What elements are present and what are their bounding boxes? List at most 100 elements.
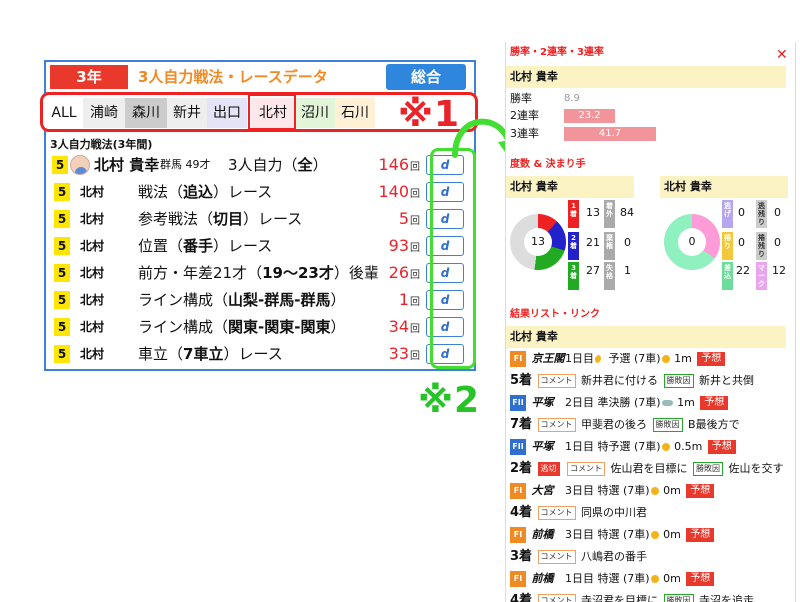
selected-tab-highlight (248, 94, 296, 130)
race-day: 3日目 (565, 528, 594, 541)
tag-value: 84 (620, 206, 634, 219)
frequency-header: 度数 & 決まり手 (510, 159, 586, 170)
comment-tag: コメント (537, 594, 576, 602)
win-factor-tag: 勝敗因 (652, 418, 683, 432)
race-type: 特予選 (7車) (597, 440, 661, 453)
wind-speed: 0.5m (674, 440, 703, 453)
technique-tag: 逃切 (537, 462, 560, 476)
bike-number-badge: 5 (54, 291, 70, 309)
bike-number-badge: 5 (52, 156, 68, 174)
tag-2nd: 2着 (568, 232, 579, 260)
bike-number-badge: 5 (54, 237, 70, 255)
prediction-button[interactable]: 予想 (700, 396, 729, 410)
bike-number-badge: 5 (54, 210, 70, 228)
year-tab[interactable]: 3年 (50, 65, 128, 89)
finish-position: 3着 (510, 549, 533, 564)
sun-icon (650, 531, 659, 539)
row-description: 戦法（追込）レース (138, 183, 273, 201)
tag-value: 0 (774, 236, 781, 249)
technique-donut-chart: 0 (664, 214, 720, 270)
total-button[interactable]: 総合 (386, 64, 466, 90)
tab-arai[interactable]: 新井 (167, 98, 207, 128)
comment-tag: コメント (537, 418, 576, 432)
win-factor-text: B最後方で (688, 418, 740, 431)
quinella-rate-bar: 23.2 (564, 109, 615, 123)
result-row: 3着 コメント 八嶋君の番手 (510, 546, 790, 568)
tag-value: 0 (738, 206, 745, 219)
race-day: 1日目 (565, 352, 594, 365)
wind-speed: 1m (674, 352, 692, 365)
card-rider-name: 北村 貴幸 (660, 176, 788, 198)
tag-withdrawn: 棄権 (604, 232, 615, 260)
race-link[interactable]: FI 前橋 1日目 特選 (7車) 0m 予想 (510, 568, 790, 590)
stat-row: 5 北村 位置（番手）レース 93回 d (50, 233, 470, 259)
result-row: 4着 コメント 寺沼君を目標に 勝敗因 寺沼を追走 (510, 590, 790, 602)
comment-tag: コメント (537, 506, 576, 520)
race-type: 準決勝 (7車) (597, 396, 661, 409)
sun-icon (650, 487, 659, 495)
finish-donut-chart: 13 (510, 214, 566, 270)
race-count: 5回 (398, 209, 420, 228)
grade-badge: FI (510, 571, 526, 587)
row-description: ライン構成（山梨-群馬-群馬） (138, 291, 346, 309)
tab-ishikawa[interactable]: 石川 (335, 98, 375, 128)
prediction-button[interactable]: 予想 (686, 572, 715, 586)
tab-morikawa[interactable]: 森川 (125, 98, 167, 128)
venue-name: 大宮 (531, 484, 554, 497)
donut-center-value: 13 (524, 228, 552, 256)
race-day: 3日目 (565, 484, 594, 497)
tag-unplaced: 着外 (604, 200, 615, 228)
comment-text: 新井君に付ける (581, 374, 659, 387)
race-day: 1日目 (565, 440, 594, 453)
venue-name: 京王閣 (531, 352, 565, 365)
avatar (70, 155, 90, 175)
race-day: 2日目 (565, 396, 594, 409)
wind-speed: 0m (663, 572, 681, 585)
card-rider-name: 北村 貴幸 (506, 176, 634, 198)
row-description: 車立（7車立）レース (138, 345, 283, 363)
rider-name: 北村 (80, 185, 105, 199)
rider-meta: 群馬 49才 (160, 158, 211, 171)
prediction-button[interactable]: 予想 (697, 352, 726, 366)
row-description: 参考戦法（切目）レース (138, 210, 303, 228)
tab-urasaki[interactable]: 浦崎 (83, 98, 125, 128)
result-row: 7着 コメント 甲斐君の後ろ 勝敗因 B最後方で (510, 414, 790, 436)
prediction-button[interactable]: 予想 (686, 528, 715, 542)
win-factor-tag: 勝敗因 (663, 594, 694, 602)
prediction-button[interactable]: 予想 (686, 484, 715, 498)
tag-value: 0 (738, 236, 745, 249)
prediction-button[interactable]: 予想 (707, 440, 736, 454)
tab-all[interactable]: ALL (45, 98, 83, 128)
venue-name: 平塚 (531, 396, 554, 409)
result-row: 2着 逃切 コメント 佐山君を目標に 勝敗因 佐山を交す (510, 458, 790, 480)
tab-numakawa[interactable]: 沼川 (295, 98, 335, 128)
comment-text: 佐山君を目標に (610, 462, 688, 475)
cloud-icon (661, 400, 673, 406)
stat-row: 5 北村 車立（7車立）レース 33回 d (50, 341, 470, 367)
race-type: 特選 (7車) (597, 572, 650, 585)
rider-name: 北村 (80, 266, 105, 280)
tag-3rd: 3着 (568, 262, 579, 290)
race-link[interactable]: FI 前橋 3日目 特選 (7車) 0m 予想 (510, 524, 790, 546)
comment-text: 寺沼君を目標に (581, 594, 659, 602)
win-rate-bar: 8.9 (564, 92, 588, 106)
race-link[interactable]: FII 平塚 2日目 準決勝 (7車) 1m 予想 (510, 392, 790, 414)
grade-badge: FI (510, 527, 526, 543)
detail-buttons-highlight (430, 148, 476, 369)
close-icon[interactable]: ✕ (776, 47, 788, 63)
race-data-panel: 3年 3人自力戦法・レースデータ 総合 ALL 浦崎 森川 新井 出口 北村 沼… (40, 60, 478, 371)
race-link[interactable]: FII 平塚 1日目 特予選 (7車) 0.5m 予想 (510, 436, 790, 458)
grade-badge: FII (510, 439, 526, 455)
tag-disqualified: 失格 (604, 262, 615, 290)
race-count: 26回 (388, 263, 420, 282)
stat-row: 5 北村 ライン構成（山梨-群馬-群馬） 1回 d (50, 287, 470, 313)
race-link[interactable]: FI 京王閣 1日目 予選 (7車) 1m 予想 (510, 348, 790, 370)
race-link[interactable]: FI 大宮 3日目 特選 (7車) 0m 予想 (510, 480, 790, 502)
venue-name: 平塚 (531, 440, 554, 453)
tag-mark: マーク (756, 262, 767, 290)
comment-tag: コメント (567, 462, 606, 476)
tab-deguchi[interactable]: 出口 (207, 98, 247, 128)
tag-value: 1 (624, 264, 631, 277)
row-description: ライン構成（関東-関東-関東） (138, 318, 346, 336)
bike-number-badge: 5 (54, 345, 70, 363)
